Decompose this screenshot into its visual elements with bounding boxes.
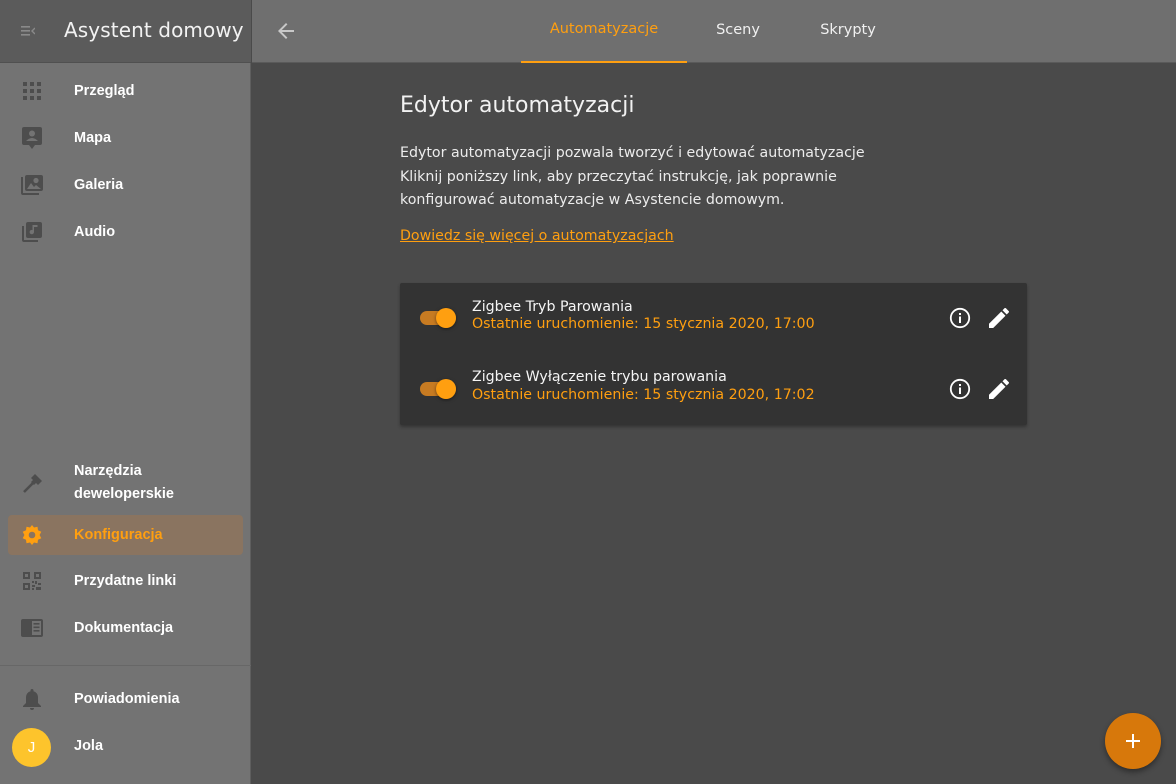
toggle-thumb [436, 379, 456, 399]
apps-grid-icon [20, 79, 44, 103]
sidebar-item-audio[interactable]: Audio [8, 212, 243, 252]
tab-label: Automatyzacje [549, 20, 659, 37]
automation-last-run: Ostatnie uruchomienie: 15 stycznia 2020,… [472, 316, 815, 332]
automation-last-run: Ostatnie uruchomienie: 15 stycznia 2020,… [472, 387, 815, 403]
sidebar-item-konfiguracja[interactable]: Konfiguracja [8, 515, 243, 555]
image-account-icon [20, 173, 44, 197]
sidebar-item-label: Audio [74, 224, 116, 240]
cog-icon [20, 523, 44, 547]
sidebar-item-dokumentacja[interactable]: Dokumentacja [8, 608, 243, 648]
qrcode-icon [20, 569, 44, 593]
tab-label: Skrypty [820, 21, 876, 38]
page-description: Edytor automatyzacji pozwala tworzyć i e… [400, 142, 870, 213]
sidebar-divider [0, 665, 251, 666]
app-title: Asystent domowy [64, 18, 244, 42]
info-icon[interactable] [948, 377, 972, 401]
sidebar-item-label: Narzędzia deweloperskie [74, 463, 174, 502]
edit-pencil-icon[interactable] [987, 377, 1011, 401]
sidebar-item-label: Konfiguracja [74, 527, 163, 543]
sidebar-item-powiadomienia[interactable]: Powiadomienia [8, 679, 243, 719]
menu-icon[interactable] [14, 17, 42, 45]
account-box-icon [20, 126, 44, 150]
sidebar-item-przeglad[interactable]: Przegląd [8, 71, 243, 111]
learn-more-link[interactable]: Dowiedz się więcej o automatyzacjach [400, 228, 674, 244]
sidebar-item-narzedzia[interactable]: Narzędzia deweloperskie [8, 455, 243, 511]
tab-skrypty[interactable]: Skrypty [797, 0, 899, 63]
sidebar-item-label: Galeria [74, 177, 124, 193]
description-line: Kliknij poniższy link, aby przeczytać in… [400, 168, 837, 185]
toggle-thumb [436, 308, 456, 328]
sidebar-item-galeria[interactable]: Galeria [8, 165, 243, 205]
automation-name: Zigbee Wyłączenie trybu parowania [472, 369, 727, 385]
sidebar-item-mapa[interactable]: Mapa [8, 118, 243, 158]
tab-label: Sceny [716, 21, 760, 38]
plus-icon [1125, 733, 1141, 749]
sidebar-item-label: Powiadomienia [74, 691, 180, 707]
automation-name: Zigbee Tryb Parowania [472, 299, 633, 315]
sidebar-item-przydatne-linki[interactable]: Przydatne linki [8, 561, 243, 601]
user-name: Jola [74, 738, 104, 754]
music-library-icon [20, 220, 44, 244]
automation-toggle[interactable] [420, 379, 457, 399]
add-automation-button[interactable] [1105, 713, 1161, 769]
automation-list-card: Zigbee Tryb Parowania Ostatnie uruchomie… [400, 283, 1027, 425]
automation-row[interactable]: Zigbee Wyłączenie trybu parowania Ostatn… [400, 353, 1027, 413]
sidebar-item-label: Przegląd [74, 83, 135, 99]
sidebar-item-label: Mapa [74, 130, 112, 146]
sidebar: Asystent domowy Przegląd Mapa Galeria Au… [0, 0, 251, 784]
info-icon[interactable] [948, 306, 972, 330]
edit-pencil-icon[interactable] [987, 306, 1011, 330]
sidebar-item-user[interactable]: Jola [8, 726, 243, 766]
sidebar-item-label: Dokumentacja [74, 620, 174, 636]
automation-toggle[interactable] [420, 308, 457, 328]
bell-icon [20, 687, 44, 711]
top-bar: Automatyzacje Sceny Skrypty [252, 0, 1176, 63]
automation-row[interactable]: Zigbee Tryb Parowania Ostatnie uruchomie… [400, 283, 1027, 343]
sidebar-item-label: Przydatne linki [74, 573, 177, 589]
book-icon [20, 616, 44, 640]
page-title: Edytor automatyzacji [400, 93, 635, 118]
tab-automatyzacje[interactable]: Automatyzacje [521, 0, 687, 63]
hammer-icon [20, 472, 44, 496]
description-line: Edytor automatyzacji pozwala tworzyć i e… [400, 145, 865, 161]
back-arrow-icon[interactable] [274, 19, 298, 43]
tab-sceny[interactable]: Sceny [688, 0, 788, 63]
sidebar-header: Asystent domowy [0, 0, 251, 63]
description-line: konfigurować automatyzacje w Asystencie … [400, 192, 785, 208]
